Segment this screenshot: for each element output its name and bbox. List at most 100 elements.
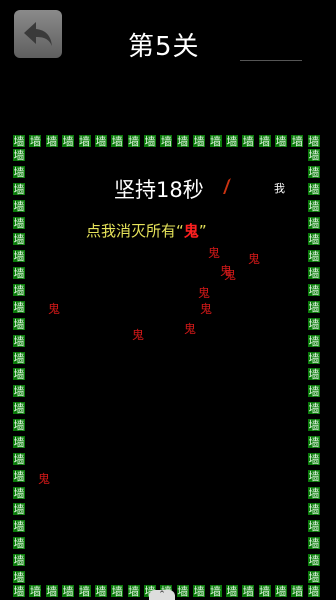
wall-tile: 墙 [307, 164, 321, 179]
wall-tile: 墙 [12, 164, 26, 179]
wall-tile: 墙 [12, 148, 26, 162]
wall-tile: 墙 [307, 232, 321, 247]
ghost-enemy[interactable]: 鬼 [198, 284, 210, 301]
wall-tile: 墙 [274, 134, 288, 148]
wall-tile: 墙 [306, 134, 321, 148]
wall-tile: 墙 [274, 584, 288, 598]
wall-tile: 墙 [12, 283, 26, 297]
hint-ghost-word: 鬼 [183, 222, 199, 240]
wall-tile: 墙 [12, 519, 26, 534]
wall-tile: 墙 [307, 451, 321, 466]
wall-tile: 墙 [307, 249, 321, 264]
ghost-enemy[interactable]: 鬼 [38, 470, 50, 487]
wall-tile: 墙 [61, 134, 76, 148]
wall-tile: 墙 [307, 350, 321, 365]
wall-tile: 墙 [307, 502, 321, 517]
wall-tile: 墙 [307, 367, 321, 382]
wall-tile: 墙 [77, 584, 92, 598]
wall-tile: 墙 [12, 401, 26, 416]
wall-tile: 墙 [307, 468, 321, 483]
wall-tile: 墙 [307, 215, 321, 230]
wall-tile: 墙 [290, 134, 305, 148]
wall-tile: 墙 [12, 451, 26, 466]
ghost-enemy[interactable]: 鬼 [208, 244, 220, 261]
back-arrow-icon [24, 22, 52, 46]
wall-tile: 墙 [307, 485, 321, 500]
title-underline [240, 60, 302, 61]
wall-tile: 墙 [110, 134, 125, 148]
hint-open-quote: “ [176, 222, 184, 240]
ghost-enemy[interactable]: 鬼 [248, 250, 260, 267]
wall-tile: 墙 [159, 134, 174, 148]
wall-tile: 墙 [12, 384, 26, 399]
wall-tile: 墙 [307, 536, 321, 551]
wall-tile: 墙 [12, 553, 26, 567]
wall-tile: 墙 [175, 134, 190, 148]
wall-top: 墙墙墙墙墙墙墙墙墙墙墙墙墙墙墙墙墙墙墙 [12, 134, 321, 148]
wall-tile: 墙 [307, 181, 321, 196]
wall-tile: 墙 [12, 569, 26, 584]
wall-tile: 墙 [12, 418, 26, 432]
player-character[interactable]: 我 [274, 180, 285, 196]
wall-tile: 墙 [12, 350, 26, 365]
wall-tile: 墙 [307, 434, 321, 449]
ghost-enemy[interactable]: 鬼 [224, 266, 236, 283]
wall-tile: 墙 [241, 584, 256, 598]
wall-tile: 墙 [307, 198, 321, 213]
wall-tile: 墙 [307, 148, 321, 162]
wall-tile: 墙 [208, 584, 223, 598]
wall-tile: 墙 [12, 134, 26, 148]
wall-tile: 墙 [224, 134, 239, 148]
wall-tile: 墙 [307, 569, 321, 584]
wall-tile: 墙 [12, 468, 26, 483]
back-button[interactable] [14, 10, 62, 58]
game-arena[interactable]: 墙墙墙墙墙墙墙墙墙墙墙墙墙墙墙墙墙墙墙 墙墙墙墙墙墙墙墙墙墙墙墙墙墙墙墙墙墙墙 … [12, 134, 321, 598]
wall-tile: 墙 [192, 584, 207, 598]
wall-tile: 墙 [44, 134, 59, 148]
timer-marker [215, 178, 231, 194]
wall-tile: 墙 [12, 232, 26, 247]
ghost-enemy[interactable]: 鬼 [200, 300, 212, 317]
wall-tile: 墙 [12, 198, 26, 213]
wall-tile: 墙 [307, 384, 321, 399]
hint-close-quote: ” [198, 222, 207, 240]
wall-tile: 墙 [307, 418, 321, 432]
wall-tile: 墙 [12, 536, 26, 551]
wall-tile: 墙 [93, 134, 108, 148]
wall-tile: 墙 [307, 553, 321, 567]
wall-tile: 墙 [12, 316, 26, 331]
wall-tile: 墙 [307, 283, 321, 297]
wall-tile: 墙 [307, 519, 321, 534]
wall-tile: 墙 [77, 134, 92, 148]
wall-tile: 墙 [307, 316, 321, 331]
wall-tile: 墙 [12, 299, 26, 314]
wall-tile: 墙 [28, 134, 43, 148]
wall-tile: 墙 [126, 584, 141, 598]
ghost-enemy[interactable]: 鬼 [132, 326, 144, 343]
ghost-enemy[interactable]: 鬼 [184, 320, 196, 337]
wall-tile: 墙 [290, 584, 305, 598]
game-screen: 第5关 墙墙墙墙墙墙墙墙墙墙墙墙墙墙墙墙墙墙墙 墙墙墙墙墙墙墙墙墙墙墙墙墙墙墙墙… [0, 0, 336, 600]
wall-tile: 墙 [241, 134, 256, 148]
kill-all-ghosts-hint[interactable]: 点我消灭所有“鬼” [86, 220, 207, 241]
wall-tile: 墙 [192, 134, 207, 148]
wall-tile: 墙 [307, 333, 321, 348]
wall-tile: 墙 [12, 249, 26, 264]
wall-tile: 墙 [12, 485, 26, 500]
wall-tile: 墙 [208, 134, 223, 148]
wall-tile: 墙 [93, 584, 108, 598]
wall-tile: 墙 [12, 584, 26, 598]
wall-tile: 墙 [28, 584, 43, 598]
wall-tile: 墙 [12, 181, 26, 196]
wall-tile: 墙 [307, 299, 321, 314]
wall-tile: 墙 [224, 584, 239, 598]
wall-tile: 墙 [12, 215, 26, 230]
wall-tile: 墙 [307, 401, 321, 416]
wall-tile: 墙 [306, 584, 321, 598]
hint-prefix: 点我消灭所有 [86, 222, 177, 240]
wall-tile: 墙 [307, 266, 321, 281]
chevron-up-icon[interactable]: ⌃ [149, 590, 175, 600]
wall-tile: 墙 [12, 266, 26, 281]
wall-tile: 墙 [110, 584, 125, 598]
ghost-enemy[interactable]: 鬼 [48, 300, 60, 317]
